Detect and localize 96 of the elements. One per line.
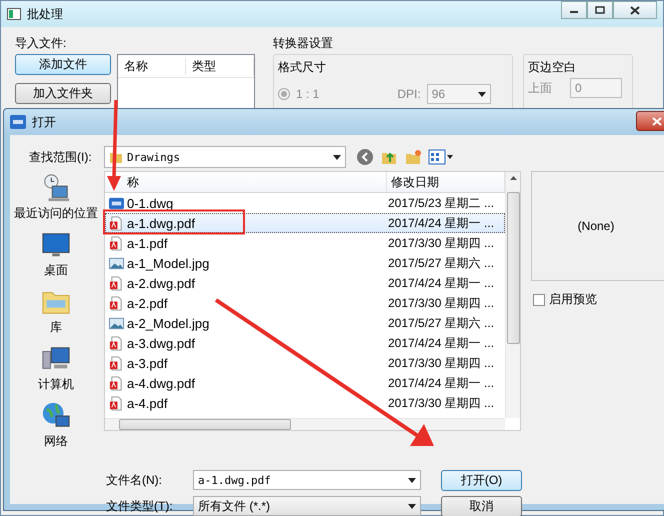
file-row[interactable]: a-1.dwg.pdf 2017/4/24 星期一 ... <box>105 213 505 233</box>
file-date: 2017/3/30 星期四 ... <box>387 294 496 312</box>
file-row[interactable]: a-4.dwg.pdf 2017/4/24 星期一 ... <box>105 373 505 393</box>
pdf-file-icon <box>109 216 124 230</box>
vertical-scrollbar[interactable] <box>505 172 520 418</box>
file-row[interactable]: a-2.pdf 2017/3/30 星期四 ... <box>105 293 505 313</box>
dialog-title: 打开 <box>32 114 56 130</box>
place-item[interactable]: 库 <box>11 287 101 344</box>
caret-icon <box>478 92 486 96</box>
cancel-button[interactable]: 取消 <box>441 496 522 516</box>
file-name-field[interactable]: a-1.dwg.pdf <box>193 470 421 490</box>
window-icon <box>7 8 21 20</box>
location-dropdown[interactable]: Drawings <box>104 146 346 168</box>
add-folder-button[interactable]: 加入文件夹 <box>15 83 111 104</box>
place-label: 计算机 <box>38 376 74 393</box>
radio-label: 1 : 1 <box>296 87 320 101</box>
file-name: a-4.dwg.pdf <box>127 376 195 390</box>
column-header[interactable]: 名称 <box>118 58 186 74</box>
place-item[interactable]: 网络 <box>11 401 101 458</box>
group-label: 转换器设置 <box>273 35 334 52</box>
file-row[interactable]: a-1.pdf 2017/3/30 星期四 ... <box>105 233 505 253</box>
file-name: a-1.dwg.pdf <box>127 216 195 230</box>
cad-file-icon <box>109 196 124 210</box>
file-date: 2017/5/27 星期六 ... <box>387 314 496 332</box>
file-date: 2017/3/30 星期四 ... <box>387 394 496 412</box>
scroll-up-icon[interactable] <box>510 176 516 180</box>
close-icon <box>652 116 662 126</box>
close-icon <box>630 6 640 14</box>
pdf-file-icon <box>109 276 124 290</box>
file-type-label: 文件类型(T): <box>106 498 174 514</box>
open-button[interactable]: 打开(O) <box>441 470 522 490</box>
file-date: 2017/4/24 星期一 ... <box>387 334 496 352</box>
maximize-button[interactable] <box>587 1 613 19</box>
pdf-file-icon <box>109 356 124 370</box>
file-row[interactable]: 0-1.dwg 2017/5/23 星期二 ... <box>105 193 505 213</box>
place-label: 桌面 <box>44 262 68 279</box>
file-row[interactable]: a-3.dwg.pdf 2017/4/24 星期一 ... <box>105 333 505 353</box>
place-item[interactable]: 计算机 <box>11 344 101 401</box>
maximize-icon <box>595 6 605 14</box>
pdf-file-icon <box>109 296 124 310</box>
close-button[interactable] <box>613 1 657 19</box>
pdf-file-icon <box>109 396 124 410</box>
file-row[interactable]: a-2_Model.jpg 2017/5/27 星期六 ... <box>105 313 505 333</box>
place-label: 最近访问的位置 <box>14 205 98 222</box>
place-item[interactable]: 桌面 <box>11 230 101 287</box>
checkbox[interactable] <box>533 294 545 306</box>
file-name: a-1_Model.jpg <box>127 256 210 270</box>
back-icon[interactable] <box>356 148 374 166</box>
place-label: 网络 <box>44 433 68 450</box>
look-in-label: 查找范围(I): <box>29 148 93 166</box>
image-file-icon <box>109 256 124 270</box>
caret-icon <box>408 478 416 482</box>
file-name: a-1.pdf <box>127 236 168 250</box>
file-name: a-3.dwg.pdf <box>127 336 195 350</box>
file-date: 2017/4/24 星期一 ... <box>387 374 496 392</box>
file-date: 2017/4/24 星期一 ... <box>387 214 496 232</box>
file-name: a-2.dwg.pdf <box>127 276 195 290</box>
window-title: 批处理 <box>27 6 63 22</box>
image-file-icon <box>109 316 124 330</box>
file-type-dropdown[interactable]: 所有文件 (*.*) <box>193 496 421 516</box>
minimize-button[interactable] <box>561 1 587 19</box>
add-file-button[interactable]: 添加文件 <box>15 54 111 75</box>
group-label: 页边空白 <box>528 60 576 74</box>
file-name: a-4.pdf <box>127 396 168 410</box>
file-name: a-2_Model.jpg <box>127 316 210 330</box>
file-date: 2017/3/30 星期四 ... <box>387 354 496 372</box>
preview-text: (None) <box>578 219 614 233</box>
new-folder-icon[interactable] <box>404 148 422 166</box>
file-date: 2017/4/24 星期一 ... <box>387 274 496 292</box>
place-item[interactable]: 最近访问的位置 <box>11 173 101 230</box>
file-date: 2017/3/30 星期四 ... <box>387 234 496 252</box>
pdf-file-icon <box>109 336 124 350</box>
file-name: a-3.pdf <box>127 356 168 370</box>
cad-icon <box>10 115 26 129</box>
file-row[interactable]: a-4.pdf 2017/3/30 星期四 ... <box>105 393 505 413</box>
group-label: 导入文件: <box>15 35 68 52</box>
dpi-label: DPI: <box>397 87 421 101</box>
file-date: 2017/5/23 星期二 ... <box>387 194 496 212</box>
file-row[interactable]: a-2.dwg.pdf 2017/4/24 星期一 ... <box>105 273 505 293</box>
file-row[interactable]: a-1_Model.jpg 2017/5/27 星期六 ... <box>105 253 505 273</box>
file-name: 0-1.dwg <box>127 196 174 210</box>
caret-icon <box>333 154 341 160</box>
file-name-label: 文件名(N): <box>106 472 163 488</box>
horizontal-scrollbar[interactable] <box>105 418 505 430</box>
group-label: 格式尺寸 <box>278 60 326 74</box>
pdf-file-icon <box>109 236 124 250</box>
file-name: a-2.pdf <box>127 296 168 310</box>
checkbox-label: 启用预览 <box>549 291 597 308</box>
column-header[interactable]: 类型 <box>186 58 254 74</box>
file-date: 2017/5/27 星期六 ... <box>387 254 496 272</box>
file-row[interactable]: a-3.pdf 2017/3/30 星期四 ... <box>105 353 505 373</box>
view-menu-icon[interactable] <box>428 148 454 166</box>
radio-button[interactable] <box>278 88 290 100</box>
pdf-file-icon <box>109 376 124 390</box>
place-label: 库 <box>50 319 62 336</box>
field-label: 上面 <box>528 80 552 96</box>
